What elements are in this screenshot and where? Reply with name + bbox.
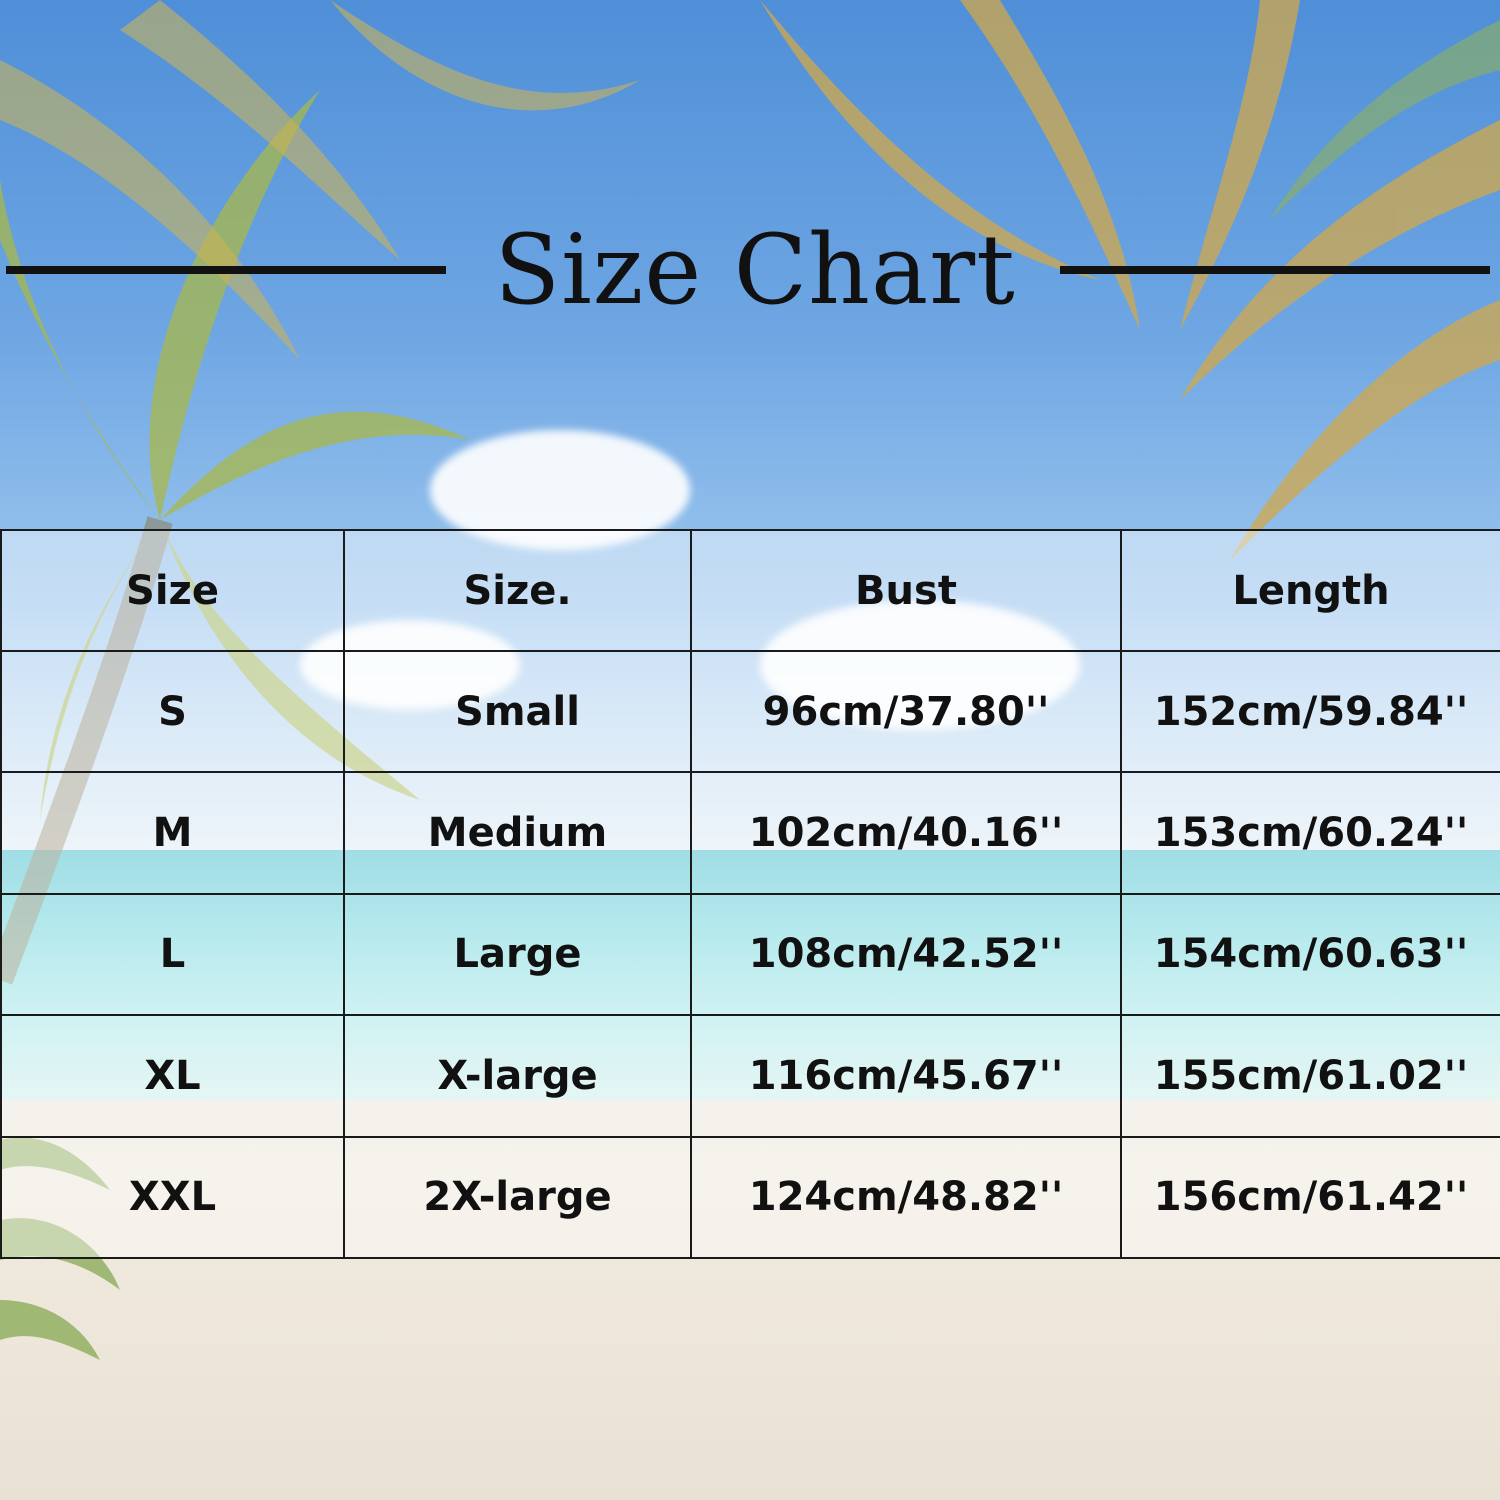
column-header-length: Length [1120, 529, 1500, 652]
table-row: L Large 108cm/42.52'' 154cm/60.63'' [0, 892, 1500, 1017]
cell-size: L [0, 892, 345, 1017]
page-title: Size Chart [494, 214, 1016, 326]
table-header-row: Size Size. Bust Length [0, 529, 1500, 652]
table-row: M Medium 102cm/40.16'' 153cm/60.24'' [0, 771, 1500, 895]
cell-length: 153cm/60.24'' [1120, 771, 1500, 895]
table-row: XL X-large 116cm/45.67'' 155cm/61.02'' [0, 1014, 1500, 1138]
cell-size-name: Small [343, 649, 692, 774]
cell-bust: 102cm/40.16'' [690, 771, 1122, 895]
cell-size: XXL [0, 1135, 345, 1260]
column-header-size: Size [0, 529, 345, 652]
cell-size-name: X-large [343, 1014, 692, 1138]
cell-bust: 96cm/37.80'' [690, 649, 1122, 774]
size-table: Size Size. Bust Length S Small 96cm/37.8… [0, 529, 1500, 1260]
cell-bust: 116cm/45.67'' [690, 1014, 1122, 1138]
title-rule-right [1060, 266, 1490, 274]
cell-bust: 124cm/48.82'' [690, 1135, 1122, 1260]
cell-size-name: Medium [343, 771, 692, 895]
cell-size-name: 2X-large [343, 1135, 692, 1260]
column-header-bust: Bust [690, 529, 1122, 652]
cell-bust: 108cm/42.52'' [690, 892, 1122, 1017]
cell-length: 154cm/60.63'' [1120, 892, 1500, 1017]
cell-size: XL [0, 1014, 345, 1138]
column-header-size-name: Size. [343, 529, 692, 652]
cell-size: S [0, 649, 345, 774]
table-row: XXL 2X-large 124cm/48.82'' 156cm/61.42'' [0, 1135, 1500, 1260]
cell-length: 155cm/61.02'' [1120, 1014, 1500, 1138]
title-row: Size Chart [0, 215, 1500, 325]
cell-length: 156cm/61.42'' [1120, 1135, 1500, 1260]
cell-size-name: Large [343, 892, 692, 1017]
table-row: S Small 96cm/37.80'' 152cm/59.84'' [0, 649, 1500, 774]
title-rule-left [6, 266, 446, 274]
cell-size: M [0, 771, 345, 895]
cell-length: 152cm/59.84'' [1120, 649, 1500, 774]
